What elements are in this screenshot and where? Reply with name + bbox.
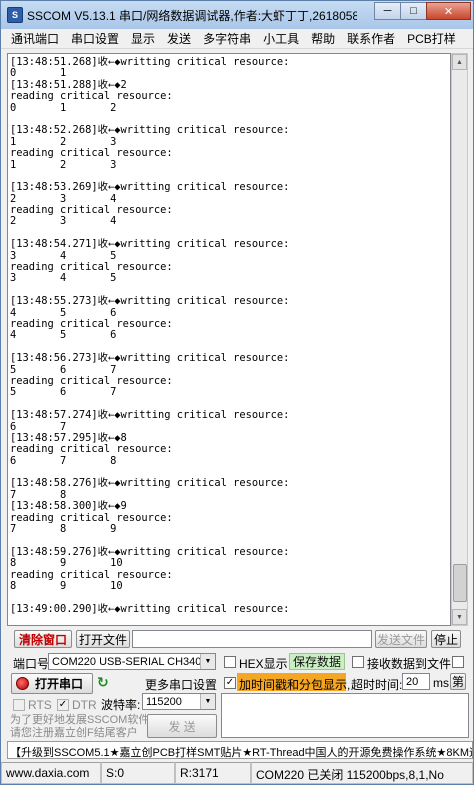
timestamp-checkbox[interactable]: ✓: [224, 677, 236, 689]
record-icon: [16, 677, 29, 690]
sscom-window: S SSCOM V5.13.1 串口/网络数据调试器,作者:大虾丁丁,26180…: [0, 0, 474, 785]
menu-serial-settings[interactable]: 串口设置: [65, 30, 125, 47]
minimize-button[interactable]: ─: [374, 2, 401, 20]
menu-help[interactable]: 帮助: [305, 30, 341, 47]
status-bar: www.daxia.com S:0 R:3171 COM220 已关闭 1152…: [1, 762, 473, 784]
rts-checkbox[interactable]: [13, 699, 25, 711]
log-scrollbar[interactable]: ▲ ▼: [451, 53, 468, 626]
log-line: 2 3 4: [10, 215, 117, 228]
baud-label: 波特率:: [101, 698, 141, 712]
send-file-button[interactable]: 发送文件: [375, 630, 427, 648]
scroll-thumb[interactable]: [453, 564, 467, 602]
rts-label: RTS: [28, 698, 52, 712]
timestamp-label: 加时间戳和分包显示,: [239, 678, 351, 692]
timeout-unit: ms: [433, 676, 449, 690]
timeout-label: 超时时间:: [351, 678, 403, 692]
log-line: [13:48:54.271]收←◆writting critical resou…: [10, 238, 290, 251]
menu-bar: 通讯端口 串口设置 显示 发送 多字符串 小工具 帮助 联系作者 PCB打样: [1, 29, 473, 49]
chevron-down-icon: ▼: [200, 654, 215, 669]
status-website[interactable]: www.daxia.com: [1, 762, 101, 784]
log-line: [13:48:58.276]收←◆writting critical resou…: [10, 477, 290, 490]
title-bar: S SSCOM V5.13.1 串口/网络数据调试器,作者:大虾丁丁,26180…: [1, 1, 473, 29]
refresh-icon[interactable]: ↻: [97, 674, 109, 691]
open-port-button[interactable]: 打开串口: [11, 673, 93, 694]
menu-contact[interactable]: 联系作者: [341, 30, 401, 47]
port-label: 端口号: [13, 657, 50, 671]
open-port-label: 打开串口: [34, 677, 83, 691]
menu-send[interactable]: 发送: [161, 30, 197, 47]
stop-button[interactable]: 停止: [431, 630, 461, 648]
dtr-label: DTR: [72, 698, 97, 712]
nth-button[interactable]: 第: [450, 673, 466, 690]
log-line: 5 6 7: [10, 386, 117, 399]
timeout-input[interactable]: 20: [402, 673, 430, 690]
news-ticker[interactable]: 【升级到SSCOM5.1★嘉立创PCB打样SMT贴片★RT-Thread中国人的…: [7, 741, 473, 759]
status-sent: S:0: [101, 762, 175, 784]
log-line: reading critical resource:: [10, 147, 173, 160]
menu-pcb[interactable]: PCB打样: [401, 30, 462, 47]
hex-display-label: HEX显示: [239, 657, 288, 671]
send-button[interactable]: 发 送: [147, 714, 217, 738]
log-line: [13:48:56.273]收←◆writting critical resou…: [10, 352, 290, 365]
log-line: [13:48:57.274]收←◆writting critical resou…: [10, 409, 290, 422]
log-line: 7 8 9: [10, 523, 117, 536]
window-buttons: ─ □ ✕: [374, 2, 471, 20]
baud-select-value: 115200: [146, 695, 182, 708]
log-line: [13:49:00.290]收←◆writting critical resou…: [10, 602, 290, 615]
log-line: [13:48:58.300]收←◆9: [10, 500, 127, 513]
log-line: [13:48:53.269]收←◆writting critical resou…: [10, 181, 290, 194]
status-port-state: COM220 已关闭 115200bps,8,1,No: [251, 762, 473, 784]
port-select[interactable]: COM220 USB-SERIAL CH340 ▼: [48, 653, 216, 670]
scroll-up-arrow-icon[interactable]: ▲: [452, 54, 467, 70]
log-line: 6 7 8: [10, 454, 117, 467]
log-line: [13:48:55.273]收←◆writting critical resou…: [10, 295, 290, 308]
log-line: 0 1 2: [10, 101, 117, 114]
save-data-button[interactable]: 保存数据: [289, 653, 345, 670]
receive-to-file-checkbox[interactable]: [352, 656, 364, 668]
receive-log[interactable]: [13:48:51.268]收←◆writting critical resou…: [7, 53, 451, 626]
clear-window-button[interactable]: 清除窗口: [14, 630, 72, 648]
close-button[interactable]: ✕: [426, 2, 471, 20]
port-select-value: COM220 USB-SERIAL CH340: [52, 655, 202, 668]
menu-comm-port[interactable]: 通讯端口: [5, 30, 65, 47]
maximize-button[interactable]: □: [400, 2, 427, 20]
dtr-checkbox[interactable]: ✓: [57, 699, 69, 711]
log-line: reading critical resource:: [10, 443, 173, 456]
chevron-down-icon: ▼: [200, 694, 215, 709]
more-settings-link[interactable]: 更多串口设置: [145, 676, 217, 693]
extra-checkbox[interactable]: [452, 656, 464, 668]
log-line: reading critical resource:: [10, 90, 173, 103]
log-line: 4 5 6: [10, 329, 117, 342]
promo-text[interactable]: 为了更好地发展SSCOM软件 请您注册嘉立创F结尾客户: [10, 714, 149, 740]
file-path-input[interactable]: [132, 630, 372, 648]
open-file-button[interactable]: 打开文件: [76, 630, 130, 648]
log-line: [13:48:51.268]收←◆writting critical resou…: [10, 56, 290, 68]
baud-select[interactable]: 115200 ▼: [142, 693, 216, 710]
app-icon: S: [7, 7, 23, 23]
receive-to-file-label: 接收数据到文件: [367, 657, 452, 671]
window-title: SSCOM V5.13.1 串口/网络数据调试器,作者:大虾丁丁,2618058…: [27, 8, 357, 23]
hex-display-checkbox[interactable]: [224, 656, 236, 668]
menu-multi-string[interactable]: 多字符串: [197, 30, 257, 47]
log-line: 3 4 5: [10, 272, 117, 285]
menu-tools[interactable]: 小工具: [257, 30, 305, 47]
menu-display[interactable]: 显示: [125, 30, 161, 47]
log-line: 8 9 10: [10, 579, 123, 592]
send-input[interactable]: [221, 693, 469, 738]
status-received: R:3171: [175, 762, 251, 784]
log-line: 1 2 3: [10, 158, 117, 171]
log-line: 8 9 10: [10, 557, 123, 570]
scroll-down-arrow-icon[interactable]: ▼: [452, 609, 467, 625]
